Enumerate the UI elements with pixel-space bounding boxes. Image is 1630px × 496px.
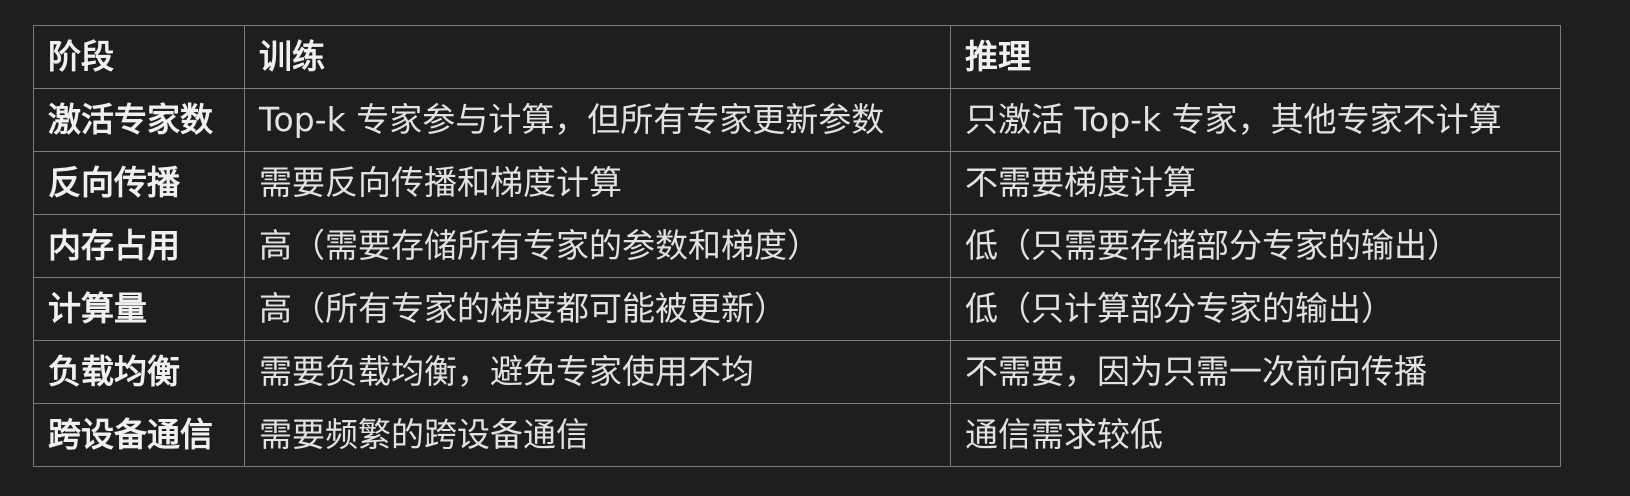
training-cell: 需要负载均衡，避免专家使用不均	[244, 340, 951, 404]
inference-cell: 不需要梯度计算	[950, 151, 1561, 215]
training-cell: 高（所有专家的梯度都可能被更新）	[244, 277, 951, 341]
inference-cell: 低（只计算部分专家的输出）	[950, 277, 1561, 341]
table-body: 激活专家数 Top-k 专家参与计算，但所有专家更新参数 只激活 Top-k 专…	[33, 88, 1561, 467]
comparison-table: 阶段 训练 推理 激活专家数 Top-k 专家参与计算，但所有专家更新参数 只激…	[33, 25, 1561, 467]
inference-cell: 不需要，因为只需一次前向传播	[950, 340, 1561, 404]
training-cell: Top-k 专家参与计算，但所有专家更新参数	[244, 88, 951, 152]
table-row: 激活专家数 Top-k 专家参与计算，但所有专家更新参数 只激活 Top-k 专…	[33, 88, 1561, 152]
row-label: 反向传播	[33, 151, 245, 215]
row-label: 跨设备通信	[33, 403, 245, 467]
table-row: 计算量 高（所有专家的梯度都可能被更新） 低（只计算部分专家的输出）	[33, 277, 1561, 341]
row-label: 激活专家数	[33, 88, 245, 152]
header-training: 训练	[244, 25, 951, 89]
training-cell: 高（需要存储所有专家的参数和梯度）	[244, 214, 951, 278]
inference-cell: 只激活 Top-k 专家，其他专家不计算	[950, 88, 1561, 152]
training-cell: 需要反向传播和梯度计算	[244, 151, 951, 215]
inference-cell: 通信需求较低	[950, 403, 1561, 467]
table-row: 负载均衡 需要负载均衡，避免专家使用不均 不需要，因为只需一次前向传播	[33, 340, 1561, 404]
inference-cell: 低（只需要存储部分专家的输出）	[950, 214, 1561, 278]
table-row: 跨设备通信 需要频繁的跨设备通信 通信需求较低	[33, 403, 1561, 467]
header-stage: 阶段	[33, 25, 245, 89]
row-label: 计算量	[33, 277, 245, 341]
header-inference: 推理	[950, 25, 1561, 89]
table-row: 内存占用 高（需要存储所有专家的参数和梯度） 低（只需要存储部分专家的输出）	[33, 214, 1561, 278]
row-label: 负载均衡	[33, 340, 245, 404]
row-label: 内存占用	[33, 214, 245, 278]
table-row: 反向传播 需要反向传播和梯度计算 不需要梯度计算	[33, 151, 1561, 215]
header-row: 阶段 训练 推理	[33, 25, 1561, 89]
training-cell: 需要频繁的跨设备通信	[244, 403, 951, 467]
table-header: 阶段 训练 推理	[33, 25, 1561, 89]
